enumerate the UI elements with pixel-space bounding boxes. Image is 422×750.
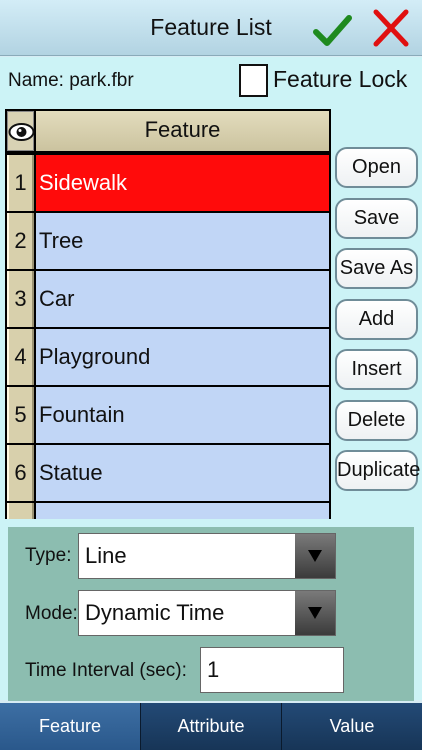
time-interval-label: Time Interval (sec): [25,660,187,681]
page-title: Feature List [150,14,272,40]
title-bar: Feature List [0,0,422,56]
table-row[interactable]: 5 Fountain [5,387,331,445]
feature-name: Fountain [36,387,329,443]
open-button[interactable]: Open [335,147,418,188]
dropdown-arrow-icon [295,534,335,578]
mode-label: Mode: [25,603,78,624]
feature-name: Tree [36,213,329,269]
cancel-button[interactable] [372,8,410,48]
save-button[interactable]: Save [335,198,418,239]
visibility-column-header[interactable] [7,111,35,151]
type-label: Type: [25,545,72,566]
table-header: Feature [5,109,331,153]
row-number: 3 [7,271,34,327]
add-button[interactable]: Add [335,299,418,340]
tab-bar: Feature Attribute Value [0,703,422,750]
table-row-partial[interactable] [5,503,331,519]
time-interval-input[interactable]: 1 [200,647,344,693]
feature-lock-label: Feature Lock [273,66,408,92]
close-icon [373,9,409,47]
feature-table: Feature 1 Sidewalk 2 Tree 3 Car 4 Playgr… [5,109,331,519]
tab-feature[interactable]: Feature [0,703,141,750]
feature-name: Car [36,271,329,327]
row-number: 2 [7,213,34,269]
tab-attribute[interactable]: Attribute [141,703,282,750]
feature-name: Sidewalk [36,155,329,211]
delete-button[interactable]: Delete [335,400,418,441]
row-number: 5 [7,387,34,443]
mode-select-value: Dynamic Time [85,600,225,625]
feature-name-empty [36,503,329,519]
table-row[interactable]: 2 Tree [5,213,331,271]
row-number: 4 [7,329,34,385]
eye-icon [8,123,35,141]
table-row[interactable]: 1 Sidewalk [5,155,331,213]
insert-button[interactable]: Insert [335,349,418,390]
type-select-value: Line [85,543,127,568]
row-number: 6 [7,445,34,501]
confirm-button[interactable] [312,10,352,50]
feature-lock-checkbox[interactable] [239,64,268,97]
mode-select[interactable]: Dynamic Time [78,590,336,636]
table-row[interactable]: 4 Playground [5,329,331,387]
dropdown-arrow-icon [295,591,335,635]
file-name-label: Name: park.fbr [8,70,134,91]
table-row[interactable]: 3 Car [5,271,331,329]
feature-name: Statue [36,445,329,501]
row-number: 1 [7,155,34,211]
type-select[interactable]: Line [78,533,336,579]
table-row[interactable]: 6 Statue [5,445,331,503]
duplicate-button[interactable]: Duplicate [335,450,420,491]
feature-name: Playground [36,329,329,385]
row-number-empty [7,503,34,519]
save-as-button[interactable]: Save As [335,248,418,289]
checkmark-icon [313,15,352,46]
feature-column-header[interactable]: Feature [36,111,329,151]
tab-value[interactable]: Value [282,703,422,750]
